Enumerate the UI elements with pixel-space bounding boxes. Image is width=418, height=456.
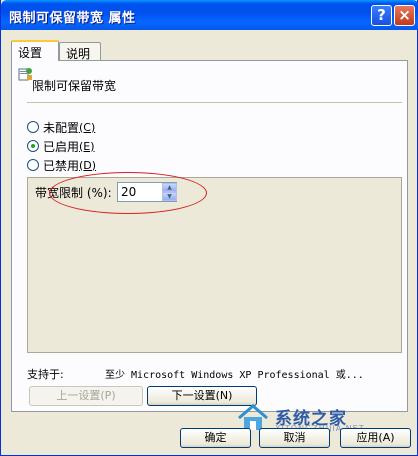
radio-label: 已启用: [43, 139, 80, 154]
properties-dialog: 限制可保留带宽 属性 ? × 设置 说明 限制可保留带宽 未配置 (C) 已启用…: [0, 0, 418, 456]
cancel-button[interactable]: 取消: [259, 428, 330, 448]
close-button[interactable]: ×: [394, 5, 415, 26]
window-title: 限制可保留带宽 属性: [9, 11, 136, 26]
divider: [27, 102, 402, 103]
radio-accelerator: (E): [79, 139, 95, 153]
radio-button[interactable]: [27, 159, 39, 171]
policy-name: 限制可保留带宽: [32, 79, 117, 93]
close-icon: ×: [398, 6, 411, 24]
radio-button[interactable]: [27, 121, 39, 133]
title-bar[interactable]: 限制可保留带宽 属性 ? ×: [1, 0, 418, 30]
tab-explain[interactable]: 说明: [59, 42, 101, 61]
ok-button[interactable]: 确定: [180, 428, 251, 448]
tab-settings[interactable]: 设置: [11, 40, 59, 61]
radio-disabled[interactable]: 已禁用 (D): [27, 157, 96, 173]
radio-accelerator: (D): [79, 158, 97, 172]
supported-on-label: 支持于:: [27, 368, 64, 381]
radio-label: 未配置: [43, 120, 80, 135]
radio-button[interactable]: [27, 140, 39, 152]
help-icon: ?: [377, 6, 386, 24]
supported-on-value: 至少 Microsoft Windows XP Professional 或..…: [105, 370, 364, 381]
policy-icon: [18, 68, 32, 81]
radio-not-configured[interactable]: 未配置 (C): [27, 119, 95, 135]
apply-button[interactable]: 应用(A): [340, 428, 411, 448]
highlight-ellipse: [49, 172, 207, 214]
radio-enabled[interactable]: 已启用 (E): [27, 138, 95, 154]
radio-accelerator: (C): [79, 120, 96, 134]
radio-label: 已禁用: [43, 158, 80, 173]
help-button[interactable]: ?: [371, 5, 392, 26]
previous-setting-button[interactable]: 上一设置(P): [29, 386, 143, 406]
